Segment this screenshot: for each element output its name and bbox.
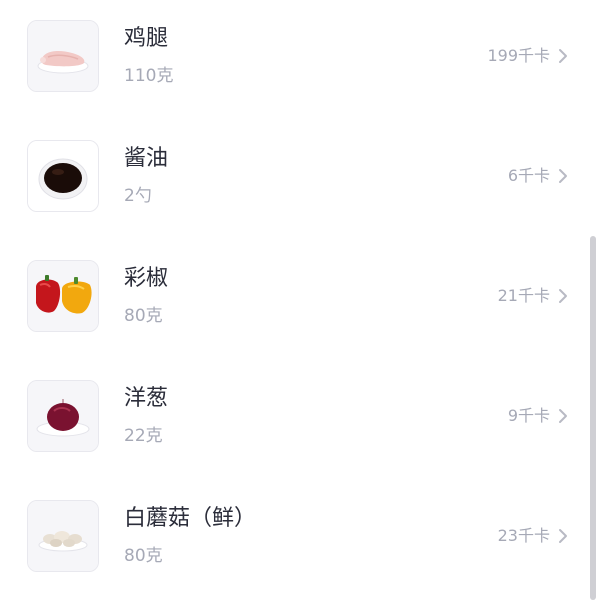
- ingredient-calories: 199千卡: [487, 46, 550, 65]
- ingredient-calories: 6千卡: [507, 166, 550, 185]
- chevron-right-icon: [556, 288, 570, 304]
- chevron-right-icon: [556, 528, 570, 544]
- chevron-right-icon: [556, 48, 570, 64]
- ingredient-row-onion[interactable]: 洋葱 22克 9千卡: [0, 360, 590, 480]
- ingredient-name: 彩椒: [124, 266, 169, 291]
- ingredient-calories: 21千卡: [497, 286, 550, 305]
- ingredient-name: 鸡腿: [124, 26, 169, 51]
- ingredient-calories: 9千卡: [507, 406, 550, 425]
- chicken-leg-icon: [27, 20, 99, 92]
- bell-pepper-icon: [27, 260, 99, 332]
- ingredient-amount: 2勺: [124, 186, 152, 206]
- ingredient-amount: 22克: [124, 426, 163, 446]
- mushroom-icon: [27, 500, 99, 572]
- chevron-right-icon: [556, 408, 570, 424]
- soy-sauce-icon: [27, 140, 99, 212]
- ingredient-row-mushroom[interactable]: 白蘑菇（鲜） 80克 23千卡: [0, 480, 590, 600]
- ingredient-amount: 110克: [124, 66, 174, 86]
- ingredient-calories: 23千卡: [497, 526, 550, 545]
- scrollbar-thumb[interactable]: [590, 236, 596, 600]
- ingredient-row-soy-sauce[interactable]: 酱油 2勺 6千卡: [0, 120, 590, 240]
- ingredient-row-chicken-leg[interactable]: 鸡腿 110克 199千卡: [0, 0, 590, 120]
- ingredient-row-bell-pepper[interactable]: 彩椒 80克 21千卡: [0, 240, 590, 360]
- ingredient-name: 白蘑菇（鲜）: [124, 506, 257, 531]
- onion-icon: [27, 380, 99, 452]
- ingredient-list: 鸡腿 110克 199千卡 酱油 2勺 6千卡 彩椒 80克 21千卡 洋葱 2…: [0, 0, 600, 600]
- ingredient-amount: 80克: [124, 546, 163, 566]
- ingredient-name: 洋葱: [124, 386, 169, 411]
- ingredient-amount: 80克: [124, 306, 163, 326]
- ingredient-name: 酱油: [124, 146, 169, 171]
- chevron-right-icon: [556, 168, 570, 184]
